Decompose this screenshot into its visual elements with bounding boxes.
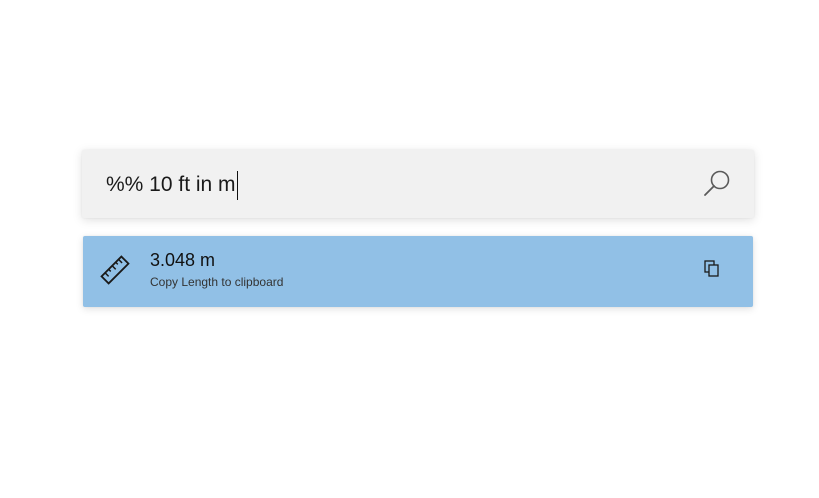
search-icon xyxy=(702,169,732,199)
result-subtitle: Copy Length to clipboard xyxy=(150,275,284,289)
result-item[interactable]: 3.048 m Copy Length to clipboard xyxy=(83,236,753,307)
search-query-text: %% 10 ft in m xyxy=(106,173,236,196)
copy-button[interactable] xyxy=(699,258,725,284)
text-caret xyxy=(236,170,239,200)
copy-icon xyxy=(704,259,720,283)
result-title: 3.048 m xyxy=(150,250,216,270)
search-box[interactable]: %% 10 ft in m xyxy=(82,150,754,218)
launcher-window: %% 10 ft in m 3.048 m Copy Length to cli… xyxy=(0,0,819,498)
ruler-icon xyxy=(100,254,130,286)
search-input[interactable]: %% 10 ft in m xyxy=(106,170,239,200)
